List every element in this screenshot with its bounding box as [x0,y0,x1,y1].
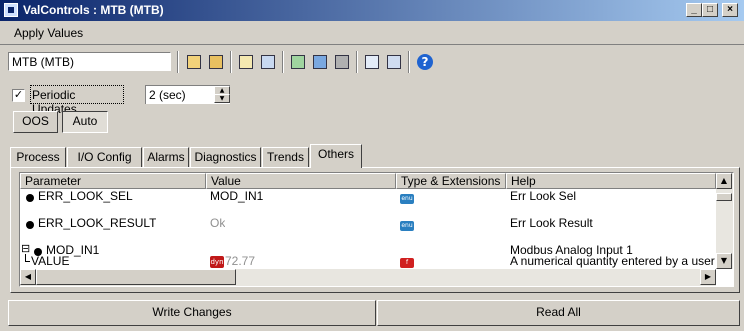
toolbar-separator [177,51,179,73]
menu-bar: Apply Values [0,21,744,45]
edit-all-icon[interactable] [206,52,226,72]
window-title: ValControls : MTB (MTB) [23,3,164,17]
oos-button[interactable]: OOS [13,111,58,133]
device-field-value: MTB (MTB) [12,55,74,69]
scroll-up-button[interactable]: ▲ [716,173,732,189]
param-name: ERR_LOOK_SEL [38,189,133,203]
minimize-button[interactable]: _ [686,3,702,17]
param-name: ERR_LOOK_RESULT [38,216,157,230]
horizontal-scroll-thumb[interactable] [36,269,236,285]
toolbar-separator [230,51,232,73]
param-name: VALUE [31,254,70,268]
enum-type-icon: enu [400,221,414,231]
tab-diagnostics[interactable]: Diagnostics [190,147,261,167]
maximize-button[interactable]: □ [702,3,718,17]
title-bar: ValControls : MTB (MTB) _ □ × [0,0,744,21]
dynamic-value-icon: dyn [210,256,224,268]
toolbar-separator [282,51,284,73]
toolbar-separator [408,51,410,73]
interval-spinner[interactable]: 2 (sec) ▲ ▼ [145,85,230,104]
periodic-updates-label[interactable]: Periodic Updates [30,85,124,116]
network-icon[interactable] [310,52,330,72]
tab-others[interactable]: Others [310,144,362,168]
parameter-grid: Parameter Value Type & Extensions Help E… [19,172,734,287]
horizontal-scrollbar[interactable]: ◀ ▶ [20,269,716,286]
app-icon [4,3,18,17]
write-changes-button[interactable]: Write Changes [8,300,376,326]
device-field[interactable]: MTB (MTB) [8,52,171,71]
interval-value: 2 (sec) [149,88,186,102]
edit-icon[interactable] [184,52,204,72]
paste-icon[interactable] [258,52,278,72]
scroll-down-button[interactable]: ▼ [716,253,732,269]
tab-process[interactable]: Process [10,147,66,167]
float-type-icon: f [400,258,414,268]
param-value[interactable]: Ok [210,216,225,230]
param-help: A numerical quantity entered by a user o… [510,254,716,268]
param-value[interactable]: 72.77 [225,254,255,268]
read-all-button[interactable]: Read All [377,300,740,326]
toolbar-separator [356,51,358,73]
column-header-type[interactable]: Type & Extensions [396,173,506,189]
param-help: Err Look Result [510,216,593,230]
help-icon[interactable]: ? [414,52,434,72]
scroll-thumb[interactable] [716,193,732,201]
copy-icon[interactable] [236,52,256,72]
tab-alarms[interactable]: Alarms [143,147,189,167]
tab-trends[interactable]: Trends [262,147,309,167]
list-view-icon[interactable] [362,52,382,72]
param-value[interactable]: MOD_IN1 [210,189,263,203]
scroll-right-button[interactable]: ▶ [700,269,716,285]
detail-view-icon[interactable] [384,52,404,72]
scroll-left-button[interactable]: ◀ [20,269,36,285]
column-header-parameter[interactable]: Parameter [20,173,206,189]
param-help: Err Look Sel [510,189,577,203]
column-header-value[interactable]: Value [206,173,396,189]
close-button[interactable]: × [722,3,738,17]
monitor-icon[interactable] [288,52,308,72]
periodic-updates-checkbox[interactable]: ✓ [12,89,25,102]
parameter-bullet-icon [26,194,34,202]
column-header-help[interactable]: Help [506,173,716,189]
parameter-bullet-icon [26,221,34,229]
help-glyph: ? [417,54,433,70]
tab-io-config[interactable]: I/O Config [67,147,142,167]
menu-apply-values[interactable]: Apply Values [14,26,83,40]
tree-line [25,261,30,262]
auto-button[interactable]: Auto [62,111,108,133]
enum-type-icon: enu [400,194,414,204]
tree-icon[interactable] [332,52,352,72]
vertical-scrollbar[interactable]: ▲ ▼ [716,173,733,269]
spin-down-button[interactable]: ▼ [214,94,230,103]
